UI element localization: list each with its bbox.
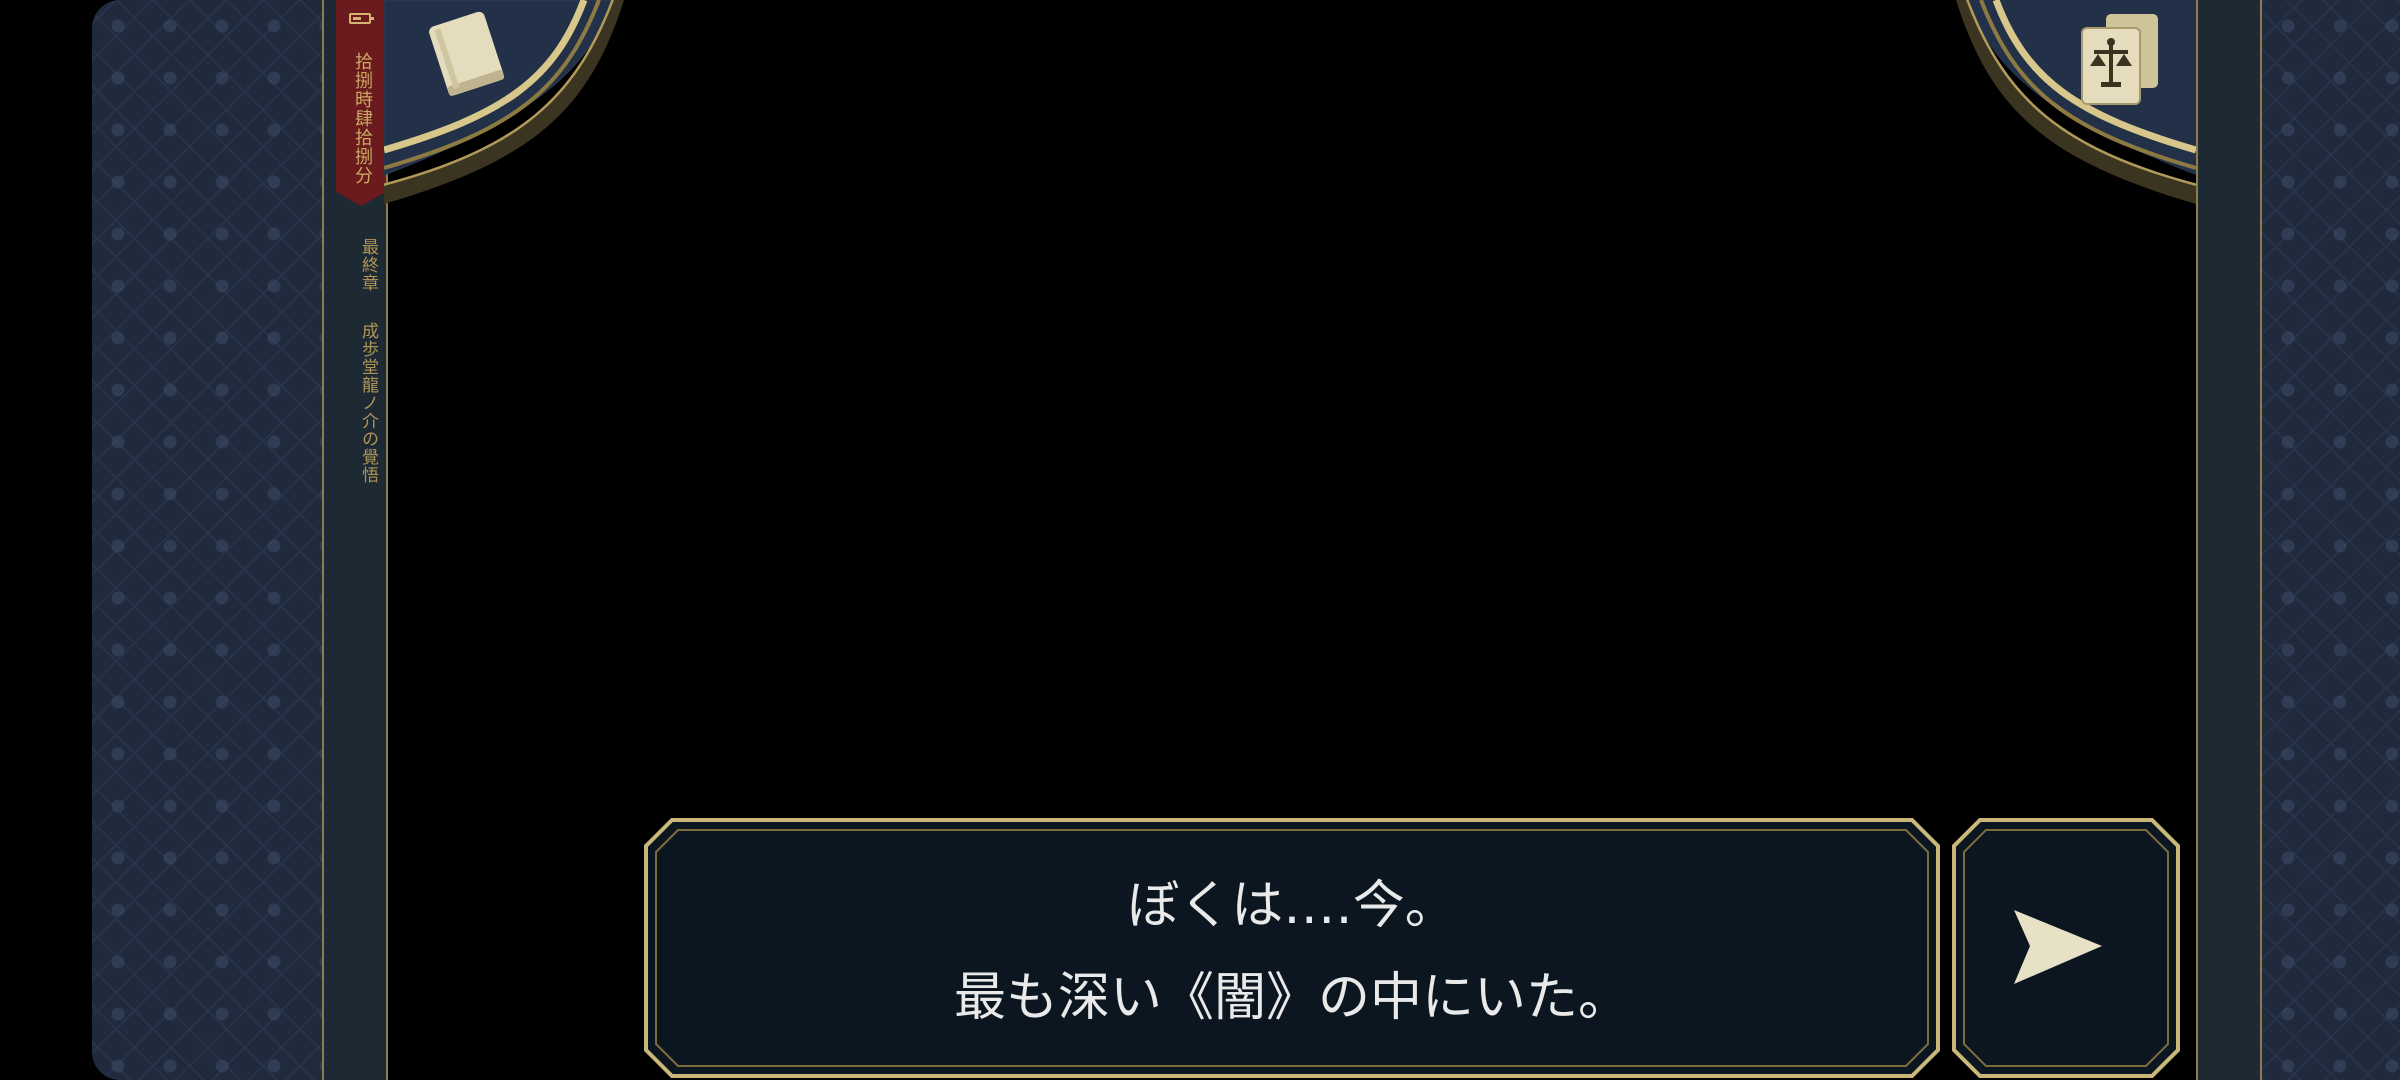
evidence-button[interactable] xyxy=(2068,8,2168,108)
battery-icon xyxy=(349,13,374,24)
next-button-frame xyxy=(1952,818,2180,1078)
left-pattern-panel xyxy=(92,0,324,1080)
dialogue-text: ぼくは‥‥今。 最も深い《闇》の中にいた。 xyxy=(644,860,1940,1044)
scales-card-icon xyxy=(2081,14,2158,105)
court-record-button[interactable] xyxy=(420,6,510,106)
chapter-label: 最終章 xyxy=(358,238,378,292)
dialogue-box[interactable]: ぼくは‥‥今。 最も深い《闇》の中にいた。 xyxy=(644,818,1940,1078)
chapter-title: 成歩堂龍ノ介の覺悟 xyxy=(358,322,378,484)
clock-text: 拾捌時肆拾捌分 xyxy=(352,52,373,185)
right-pattern-panel xyxy=(2262,0,2400,1080)
next-button[interactable] xyxy=(1952,818,2180,1078)
dialogue-line-1: ぼくは‥‥今。 xyxy=(1127,876,1457,936)
dialogue-line-2: 最も深い《闇》の中にいた。 xyxy=(953,968,1630,1028)
right-frame-rail xyxy=(2196,0,2262,1080)
game-screen: 拾捌時肆拾捌分 最終章 成歩堂龍ノ介の覺悟 ぼくは‥‥今。 最も深い《闇》の中に… xyxy=(0,0,2400,1080)
book-icon xyxy=(429,11,505,96)
